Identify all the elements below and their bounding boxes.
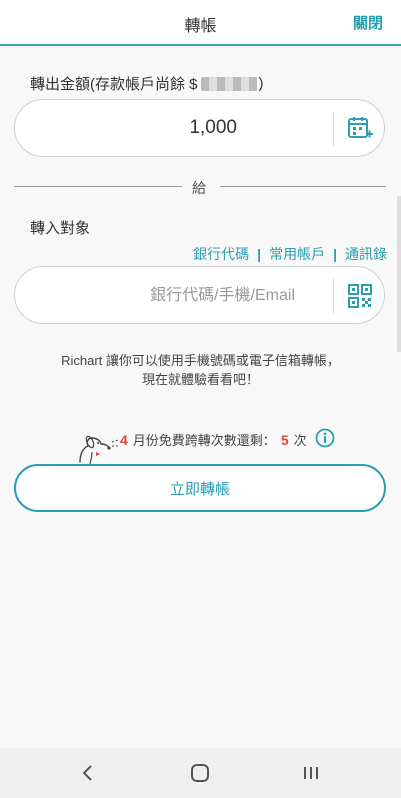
amount-label-prefix: 轉出金額(存款帳戶尚餘 $	[30, 76, 198, 93]
link-separator: |	[333, 246, 337, 262]
promo-line-2: 現在就體驗看看吧！	[141, 372, 259, 387]
quota-month: 4	[120, 431, 128, 448]
target-input[interactable]	[33, 281, 323, 311]
give-divider: 給	[14, 178, 386, 196]
divider-line-right	[220, 186, 386, 187]
quota-text: 月份免費跨轉次數還剩：	[132, 433, 276, 448]
link-separator: |	[257, 246, 262, 262]
calculator-plus-icon[interactable]	[343, 112, 377, 146]
quota-unit: 次	[293, 433, 307, 448]
promo-text: Richart 讓你可以使用手機號碼或電子信箱轉帳， 現在就體驗看看吧！	[0, 351, 401, 389]
info-icon[interactable]	[315, 428, 335, 451]
recent-apps-icon[interactable]	[300, 761, 322, 790]
system-nav-bar	[0, 748, 401, 798]
edge-panel-handle[interactable]	[397, 196, 401, 352]
back-icon[interactable]	[78, 761, 98, 790]
divider-line-left	[14, 186, 182, 187]
target-field-divider	[333, 279, 334, 313]
page-title: 轉帳	[184, 18, 217, 35]
masked-balance	[200, 76, 257, 91]
amount-field[interactable]: 1,000	[14, 99, 385, 157]
target-field[interactable]	[14, 266, 385, 324]
home-icon[interactable]	[188, 761, 212, 790]
target-label: 轉入對象	[30, 220, 91, 237]
bank-code-link[interactable]: 銀行代碼	[193, 244, 249, 264]
quota-count: 5	[280, 431, 289, 448]
transfer-now-button[interactable]: 立即轉帳	[14, 464, 386, 512]
promo-line-1: Richart 讓你可以使用手機號碼或電子信箱轉帳，	[61, 353, 340, 368]
amount-value[interactable]: 1,000	[15, 117, 333, 139]
qr-code-icon[interactable]	[343, 279, 377, 313]
header-bar: 轉帳 關閉	[0, 0, 401, 46]
target-source-links: 銀行代碼 | 常用帳戶 | 通訊錄	[193, 244, 387, 270]
amount-label-suffix: )	[258, 75, 264, 92]
amount-label: 轉出金額(存款帳戶尚餘 $ )	[30, 73, 264, 94]
close-button[interactable]: 關閉	[353, 12, 383, 33]
free-transfer-quota: 4 月份免費跨轉次數還剩： 5 次	[120, 428, 335, 451]
amount-field-divider	[333, 112, 334, 146]
give-label: 給	[192, 180, 206, 196]
frequent-accounts-link[interactable]: 常用帳戶	[266, 244, 329, 270]
contacts-link[interactable]: 通訊錄	[345, 244, 387, 264]
